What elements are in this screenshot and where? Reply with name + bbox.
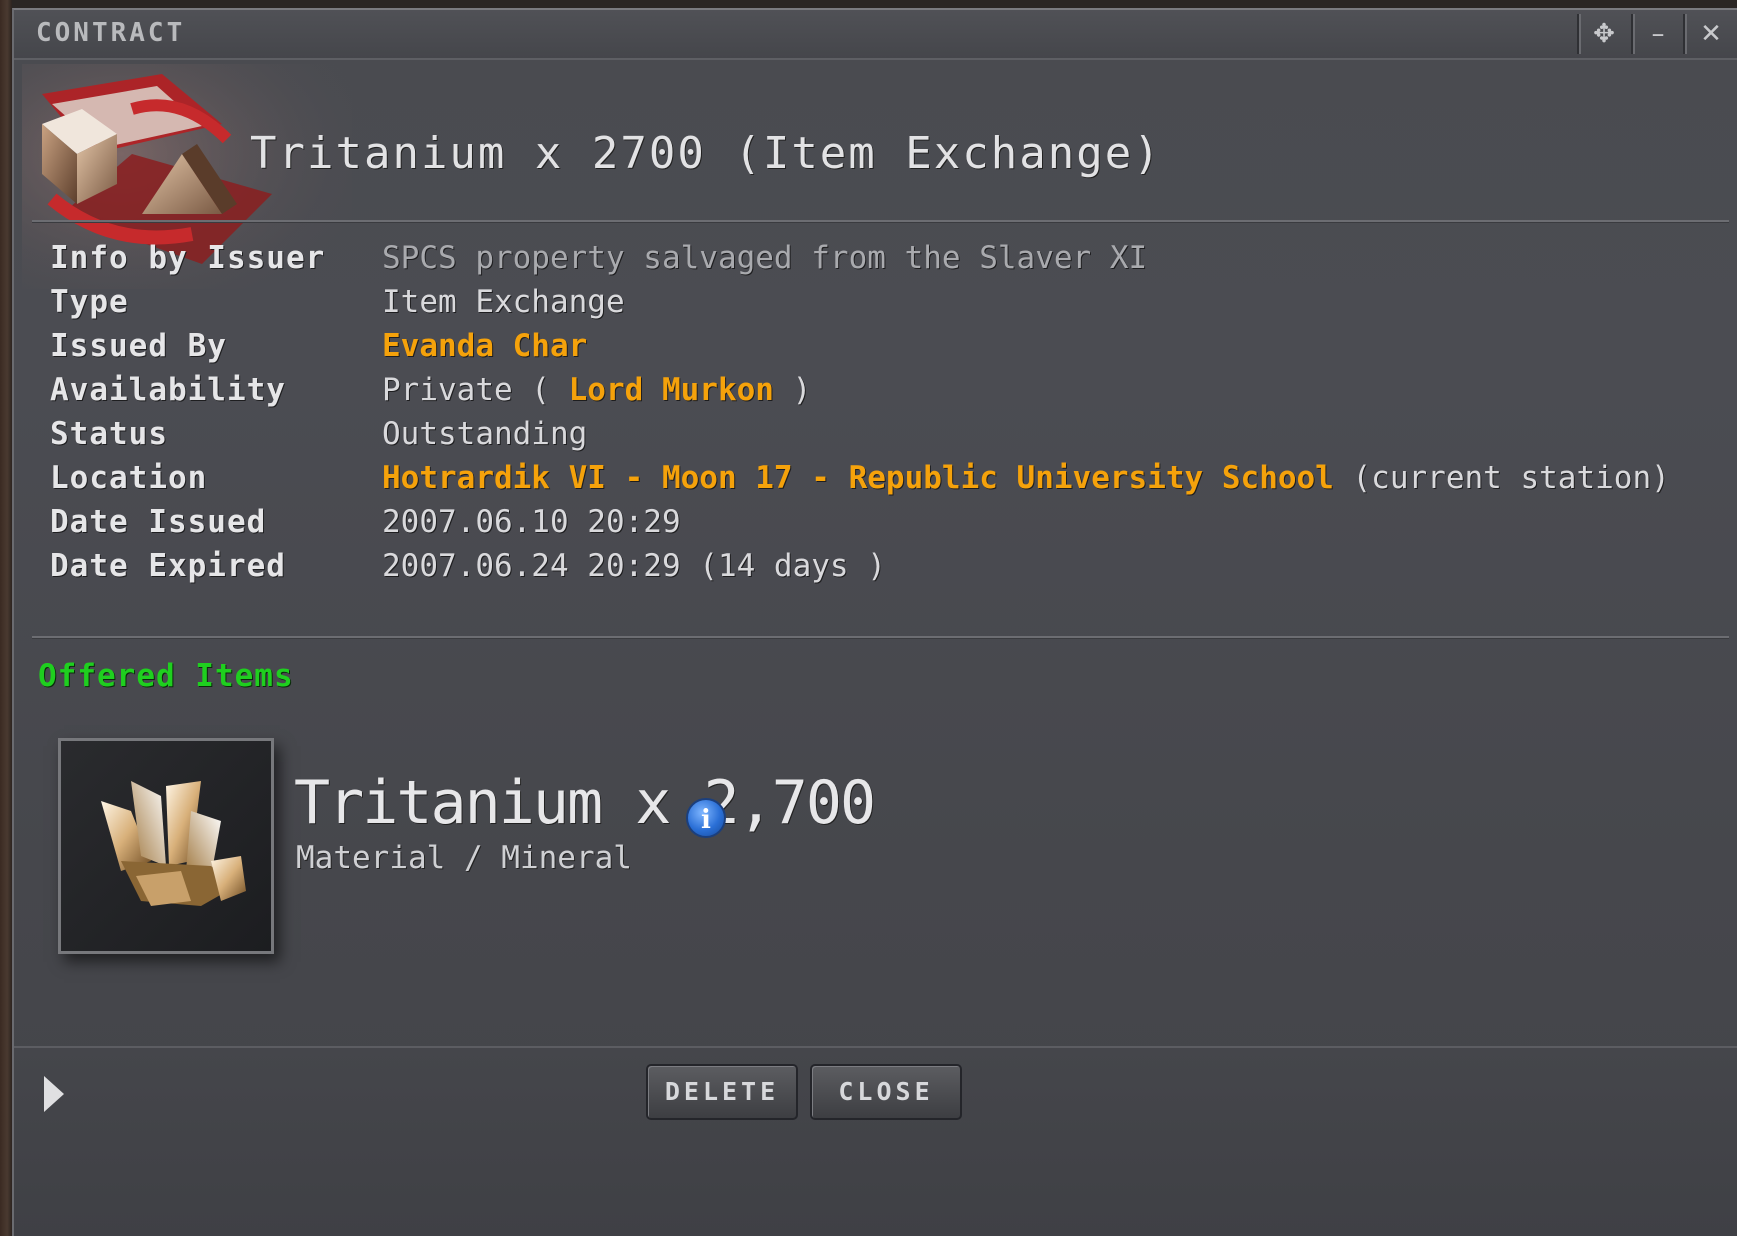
detail-value: SPCS property salvaged from the Slaver X… [382, 240, 1148, 276]
detail-value: 2007.06.10 20:29 [382, 504, 681, 540]
header-divider [32, 220, 1729, 222]
contract-title: Tritanium x 2700 (Item Exchange) [250, 128, 1162, 179]
location-value: Hotrardik VI - Moon 17 - Republic Univer… [382, 456, 1670, 500]
assignee-link[interactable]: Lord Murkon [569, 372, 774, 408]
expand-arrow-icon[interactable] [44, 1076, 64, 1112]
detail-value: Item Exchange [382, 284, 625, 320]
availability-value: Private ( Lord Murkon ) [382, 368, 811, 412]
details-divider [32, 636, 1729, 638]
detail-label: Issued By [50, 328, 227, 364]
show-info-icon[interactable]: i [686, 798, 726, 838]
pin-icon[interactable]: ✥ [1577, 14, 1629, 54]
detail-label: Date Issued [50, 504, 267, 540]
detail-label: Status [50, 416, 168, 452]
detail-value: 2007.06.24 20:29 (14 days ) [382, 548, 886, 584]
close-button[interactable]: CLOSE [810, 1064, 962, 1120]
location-link[interactable]: Hotrardik VI - Moon 17 - Republic Univer… [382, 460, 1334, 496]
offered-item-category: Material / Mineral [296, 840, 632, 876]
minimize-button[interactable]: – [1631, 14, 1683, 54]
availability-suffix: ) [773, 372, 812, 408]
detail-label: Availability [50, 372, 286, 408]
item-thumbnail[interactable] [58, 738, 274, 954]
contract-window: CONTRACT ✥ – ✕ Tritanium x 2700 (Item Ex… [12, 8, 1737, 1236]
issuer-link[interactable]: Evanda Char [382, 324, 587, 368]
button-bar: DELETE CLOSE [14, 1046, 1737, 1236]
availability-prefix: Private ( [382, 372, 569, 408]
offered-item-name: Tritanium x 2,700 [294, 768, 876, 838]
location-suffix: (current station) [1333, 460, 1670, 496]
background-edge [0, 0, 12, 1236]
detail-label: Type [50, 284, 129, 320]
tritanium-icon [101, 781, 246, 906]
detail-value: Outstanding [382, 416, 588, 452]
detail-label: Info by Issuer [50, 240, 326, 276]
delete-button[interactable]: DELETE [646, 1064, 798, 1120]
title-bar[interactable]: CONTRACT ✥ – ✕ [14, 10, 1737, 60]
offered-items-heading: Offered Items [38, 658, 294, 694]
detail-label: Date Expired [50, 548, 286, 584]
close-window-button[interactable]: ✕ [1683, 14, 1737, 54]
window-title: CONTRACT [36, 18, 186, 48]
detail-label: Location [50, 460, 208, 496]
